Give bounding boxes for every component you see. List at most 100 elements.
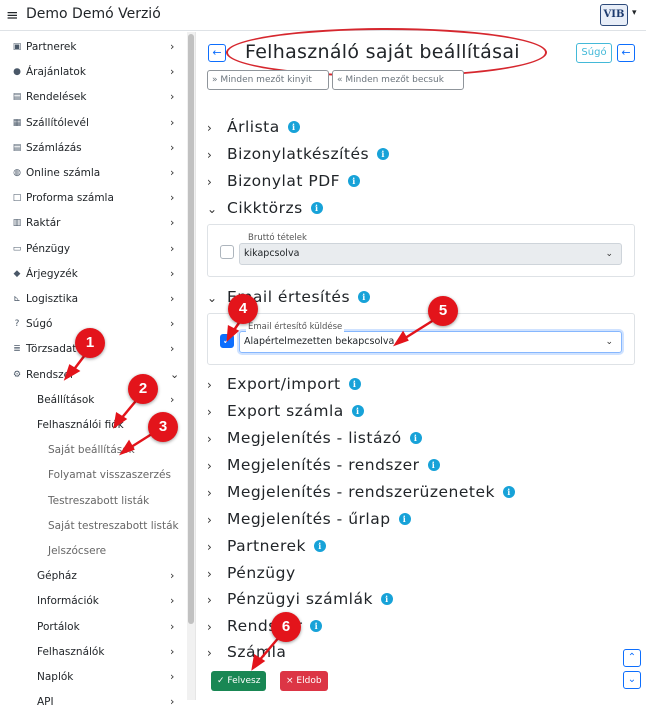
scroll-up-button[interactable]: ⌃ <box>623 649 641 667</box>
sidebar-item[interactable]: ⊾ Logisztika › <box>0 288 186 312</box>
email-ertesito-checkbox[interactable]: ✓ <box>220 334 234 348</box>
sidebar-item[interactable]: Portálok › <box>0 616 186 640</box>
info-icon[interactable]: i <box>427 459 440 471</box>
chevron-right-icon: › <box>207 148 213 162</box>
back-button-right[interactable]: ← <box>617 44 635 62</box>
chevron-right-icon: › <box>170 166 175 179</box>
sidebar-item[interactable]: ▥ Raktár › <box>0 212 186 236</box>
sidebar-item[interactable]: Jelszócsere <box>0 540 186 564</box>
brutto-tetelek-checkbox[interactable] <box>220 245 234 259</box>
info-icon[interactable]: i <box>348 175 361 187</box>
section-header[interactable]: › Export/import i <box>207 375 361 393</box>
sidebar-item[interactable]: Folyamat visszaszerzés <box>0 464 186 488</box>
sidebar-item-label: Raktár <box>26 217 61 230</box>
info-icon[interactable]: i <box>310 620 323 632</box>
info-icon[interactable]: i <box>377 148 390 160</box>
info-icon[interactable]: i <box>314 540 327 552</box>
chevron-right-icon: › <box>207 405 213 419</box>
info-icon[interactable]: i <box>310 202 323 214</box>
section-label: Export számla <box>227 402 344 420</box>
sidebar-item[interactable]: ⚙ Rendszer ⌄ <box>0 364 186 388</box>
sidebar-item[interactable]: Saját beállítások <box>0 439 186 463</box>
sidebar-item[interactable]: Gépház › <box>0 565 186 589</box>
email-ertesito-label: Email értesítő küldése <box>246 322 345 332</box>
sidebar-item[interactable]: Információk › <box>0 590 186 614</box>
sidebar-item-label: Súgó <box>26 318 53 331</box>
sidebar-scrollbar-thumb[interactable] <box>188 34 194 624</box>
expand-all-button[interactable]: » Minden mezőt kinyit <box>207 70 329 90</box>
sidebar-item[interactable]: ▤ Számlázás › <box>0 137 186 161</box>
email-ertesito-select[interactable]: Alapértelmezetten bekapcsolva ⌄ <box>239 331 622 353</box>
section-header[interactable]: › Árlista i <box>207 118 300 136</box>
help-button[interactable]: Súgó <box>576 43 612 63</box>
chevron-right-icon: › <box>207 432 213 446</box>
section-header[interactable]: ⌄ Cikktörzs i <box>207 199 323 217</box>
annotation-badge-4: 4 <box>228 294 258 324</box>
sidebar-item[interactable]: ▣ Partnerek › <box>0 36 186 60</box>
chevron-right-icon: › <box>170 140 175 154</box>
sidebar-item[interactable]: Saját testreszabott listák <box>0 515 186 539</box>
sidebar-item[interactable]: ▭ Pénzügy › <box>0 238 186 262</box>
chevron-right-icon: › <box>207 486 213 500</box>
sidebar-item[interactable]: ◍ Online számla › <box>0 162 186 186</box>
brutto-tetelek-select[interactable]: kikapcsolva ⌄ <box>239 243 622 265</box>
sidebar-item[interactable]: Beállítások › <box>0 389 186 413</box>
section-header[interactable]: › Pénzügy <box>207 564 296 582</box>
info-icon[interactable]: i <box>503 486 515 498</box>
info-icon[interactable]: i <box>287 121 300 133</box>
vib-logo[interactable]: VIB <box>600 4 628 26</box>
back-button[interactable]: ← <box>208 44 226 62</box>
sidebar-item[interactable]: API › <box>0 691 186 715</box>
info-icon[interactable]: i <box>409 432 422 444</box>
chevron-right-icon: › <box>170 115 175 129</box>
section-header[interactable]: › Bizonylat PDF i <box>207 172 361 190</box>
logo-caret-icon[interactable]: ▾ <box>632 8 637 18</box>
chevron-down-icon: ⌄ <box>170 367 180 381</box>
section-header[interactable]: › Számla <box>207 643 286 661</box>
sidebar-item[interactable]: ◆ Árjegyzék › <box>0 263 186 287</box>
section-header[interactable]: › Export számla i <box>207 402 364 420</box>
section-header[interactable]: › Bizonylatkészítés i <box>207 145 390 163</box>
info-icon[interactable]: i <box>348 378 361 390</box>
section-header[interactable]: › Megjelenítés - rendszer i <box>207 456 440 474</box>
info-icon[interactable]: i <box>351 405 364 417</box>
sidebar-item-label: Folyamat visszaszerzés <box>48 469 171 482</box>
chevron-right-icon: › <box>170 241 175 255</box>
chevron-right-icon: › <box>170 266 175 280</box>
hamburger-icon[interactable]: ≡ <box>6 6 19 24</box>
chevron-right-icon: › <box>170 216 175 230</box>
sidebar-item[interactable]: Naplók › <box>0 666 186 690</box>
section-header[interactable]: › Megjelenítés - listázó i <box>207 429 422 447</box>
sidebar-item[interactable]: ▦ Szállítólevél › <box>0 112 186 136</box>
info-icon[interactable]: i <box>380 593 393 605</box>
section-header[interactable]: › Megjelenítés - űrlap i <box>207 510 411 528</box>
sidebar-item-label: API <box>37 696 54 709</box>
sidebar-item[interactable]: ● Árajánlatok › <box>0 61 186 85</box>
database-icon: ≣ <box>13 344 21 355</box>
sidebar-item[interactable]: Felhasználók › <box>0 641 186 665</box>
section-label: Pénzügyi számlák <box>227 590 373 608</box>
users-icon: ● <box>13 67 21 78</box>
section-header[interactable]: › Megjelenítés - rendszerüzenetek i <box>207 483 515 501</box>
sidebar-item-label: Jelszócsere <box>48 545 107 557</box>
scroll-down-button[interactable]: ⌄ <box>623 671 641 689</box>
sidebar-item-label: Proforma számla <box>26 192 114 205</box>
chevron-right-icon: › <box>207 540 213 554</box>
sidebar-item[interactable]: ▤ Rendelések › <box>0 86 186 110</box>
discard-button[interactable]: × Eldob <box>280 671 328 691</box>
chevron-down-icon: ⌄ <box>207 291 218 305</box>
section-header[interactable]: › Pénzügyi számlák i <box>207 590 393 608</box>
section-header[interactable]: › Rendszer i <box>207 617 323 635</box>
sidebar-item[interactable]: □ Proforma számla › <box>0 187 186 211</box>
section-header[interactable]: › Partnerek i <box>207 537 327 555</box>
info-icon[interactable]: i <box>398 513 411 525</box>
sidebar-item[interactable]: Testreszabott listák <box>0 490 186 514</box>
brutto-tetelek-label: Bruttó tételek <box>246 233 309 243</box>
info-icon[interactable]: i <box>358 291 371 303</box>
sidebar-item-label: Információk <box>37 595 99 608</box>
collapse-all-button[interactable]: « Minden mezőt becsuk <box>332 70 464 90</box>
save-button[interactable]: ✓ Felvesz <box>211 671 267 691</box>
chevron-right-icon: › <box>170 619 175 633</box>
sidebar-item-label: Rendszer <box>26 368 75 381</box>
chevron-right-icon: › <box>170 594 175 608</box>
